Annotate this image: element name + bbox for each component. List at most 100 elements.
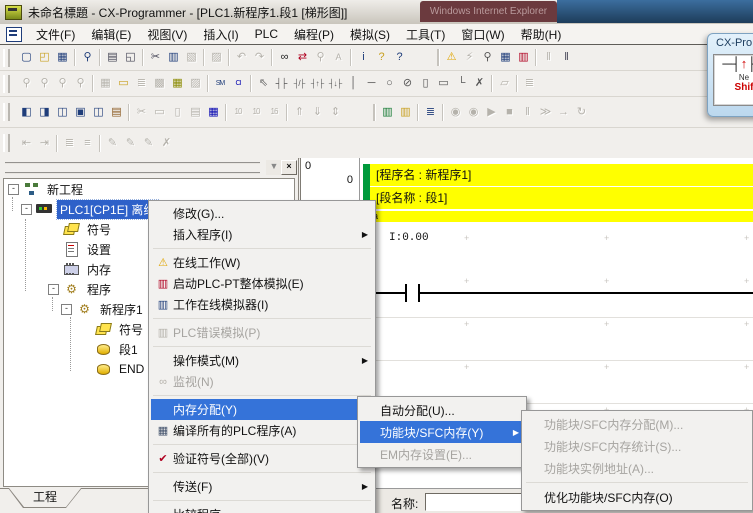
info-icon[interactable]: i: [354, 49, 372, 66]
cut-icon[interactable]: ✂: [146, 49, 164, 66]
watch-window-icon[interactable]: ≣: [421, 104, 439, 121]
monitor-warning-icon[interactable]: ▥: [514, 49, 532, 66]
expand-minus-toggle[interactable]: -: [48, 284, 59, 295]
fb-instance-icon[interactable]: ▯: [168, 104, 186, 121]
signed-decimal-icon[interactable]: 10: [247, 104, 265, 121]
menu-item-在线工作(W)[interactable]: ⚠在线工作(W): [151, 252, 373, 273]
menubar-item-帮助(H)[interactable]: 帮助(H): [513, 24, 570, 45]
menu-item-内存分配(Y)[interactable]: 内存分配(Y)▶: [151, 399, 373, 420]
outdent-rung-icon[interactable]: ⇤: [17, 135, 35, 152]
transfer-to-plc-icon[interactable]: ⇑: [290, 104, 308, 121]
expand-minus-toggle[interactable]: -: [61, 304, 72, 315]
continuous-step-icon[interactable]: ↻: [572, 104, 590, 121]
mnemonic-view-icon[interactable]: SM: [211, 75, 229, 92]
menubar-item-模拟(S)[interactable]: 模拟(S): [342, 24, 398, 45]
properties-icon[interactable]: ▤: [107, 104, 125, 121]
contact-down-icon[interactable]: ┤↓├: [326, 75, 344, 92]
run-icon[interactable]: ▶: [482, 104, 500, 121]
force-off-icon[interactable]: ✎: [121, 135, 139, 152]
pause-monitor-icon[interactable]: ‖: [539, 49, 557, 66]
menubar-item-编程(P)[interactable]: 编程(P): [286, 24, 342, 45]
menu-item-自动分配(U)...[interactable]: 自动分配(U)...: [360, 399, 524, 421]
menu-item-编译所有的PLC程序(A)[interactable]: ▦编译所有的PLC程序(A): [151, 420, 373, 441]
force-cancel-icon[interactable]: ✎: [139, 135, 157, 152]
menu-item-功能块/SFC内存(Y)[interactable]: 功能块/SFC内存(Y)▶: [360, 421, 524, 443]
zoom-in-icon[interactable]: ⚲: [35, 75, 53, 92]
cross-reference-icon[interactable]: ▩: [150, 75, 168, 92]
save-icon[interactable]: ▦: [53, 49, 71, 66]
tree-item-新工程[interactable]: -新工程: [4, 179, 294, 199]
go-to-next-rung-icon[interactable]: ≡: [78, 135, 96, 152]
transfer-from-plc-icon[interactable]: ⇓: [308, 104, 326, 121]
find-icon[interactable]: ∞: [275, 49, 293, 66]
fb-invoke-icon[interactable]: ▭: [434, 75, 452, 92]
workspace-menu-button[interactable]: ▼: [266, 160, 282, 175]
cx-pro-float-window[interactable]: CX-Pro ─┤↑├─ Ne Shif: [707, 33, 753, 117]
open-file-icon[interactable]: ◰: [35, 49, 53, 66]
menu-item-EM内存设置(E)...[interactable]: EM内存设置(E)...: [360, 443, 524, 465]
fb-protect-icon[interactable]: ▤: [186, 104, 204, 121]
vertical-line-icon[interactable]: │: [344, 75, 362, 92]
indent-rung-icon[interactable]: ⇥: [35, 135, 53, 152]
menubar-item-编辑(E)[interactable]: 编辑(E): [83, 24, 139, 45]
pause-on-icon[interactable]: ◉: [446, 104, 464, 121]
online-simulation-icon[interactable]: ▥: [396, 104, 414, 121]
paste-special-icon[interactable]: ▨: [207, 49, 225, 66]
contact-symbol[interactable]: [418, 284, 420, 302]
menu-item-工作在线模拟器(I)[interactable]: ▥工作在线模拟器(I): [151, 294, 373, 315]
window-sfc-icon[interactable]: ◫: [53, 104, 71, 121]
menu-item-修改(G)...[interactable]: 修改(G)...: [151, 203, 373, 224]
zoom-out-icon[interactable]: ⚲: [71, 75, 89, 92]
coil-closed-icon[interactable]: ⊘: [398, 75, 416, 92]
help-icon[interactable]: ?: [372, 49, 390, 66]
menu-item-功能块实例地址(A)...[interactable]: 功能块实例地址(A)...: [524, 457, 750, 479]
menu-item-传送(F)[interactable]: 传送(F)▶: [151, 476, 373, 497]
menu-item-监视(N)[interactable]: ∞监视(N): [151, 371, 373, 392]
overview-icon[interactable]: ≣: [132, 75, 150, 92]
hex-icon[interactable]: 16: [265, 104, 283, 121]
menu-item-启动PLC-PT整体模拟(E)[interactable]: ▥启动PLC-PT整体模拟(E): [151, 273, 373, 294]
tab-project[interactable]: 工程: [8, 488, 82, 508]
workspace-grip-handle[interactable]: [5, 162, 260, 174]
io-comment-icon[interactable]: ▦: [168, 75, 186, 92]
grid-icon[interactable]: ▦: [96, 75, 114, 92]
zoom-fit-icon[interactable]: ⚲: [53, 75, 71, 92]
vertical-delete-icon[interactable]: └: [452, 75, 470, 92]
transfer-warning-icon[interactable]: ▦: [496, 49, 514, 66]
step-run-icon[interactable]: ≫: [536, 104, 554, 121]
find-address-icon[interactable]: A: [329, 49, 347, 66]
select-mode-icon[interactable]: ⇖: [254, 75, 272, 92]
background-window[interactable]: [557, 0, 753, 23]
new-file-icon[interactable]: ▢: [17, 49, 35, 66]
pause-sim-icon[interactable]: ‖: [518, 104, 536, 121]
contact-up-icon[interactable]: ┤↑├: [308, 75, 326, 92]
background-ie-window[interactable]: Windows Internet Explorer: [420, 1, 557, 22]
expand-minus-toggle[interactable]: -: [8, 184, 19, 195]
plc-instruction-icon[interactable]: ▯: [416, 75, 434, 92]
stop-icon[interactable]: ■: [500, 104, 518, 121]
workspace-close-button[interactable]: ×: [281, 160, 297, 175]
menu-item-功能块/SFC内存统计(S)...[interactable]: 功能块/SFC内存统计(S)...: [524, 435, 750, 457]
fb-split-icon[interactable]: ✂: [132, 104, 150, 121]
monitor-find-icon[interactable]: ⚲: [478, 49, 496, 66]
find-symbol-icon[interactable]: ⚲: [311, 49, 329, 66]
print-preview-icon[interactable]: ◱: [121, 49, 139, 66]
print-area-icon[interactable]: ⚲: [78, 49, 96, 66]
find-replace-icon[interactable]: ⇄: [293, 49, 311, 66]
contact-nc-icon[interactable]: ┤/├: [290, 75, 308, 92]
work-online-simulator-icon[interactable]: ▥: [378, 104, 396, 121]
window-watch-icon[interactable]: ▣: [71, 104, 89, 121]
binary-monitor-icon[interactable]: ▦: [204, 104, 222, 121]
menubar-item-PLC[interactable]: PLC: [247, 25, 286, 43]
step-in-icon[interactable]: →: [554, 104, 572, 121]
menubar-item-窗口(W)[interactable]: 窗口(W): [453, 24, 512, 45]
compare-with-plc-icon[interactable]: ⇕: [326, 104, 344, 121]
ci-view-icon[interactable]: CI: [229, 75, 247, 92]
fb-definition-icon[interactable]: ▭: [150, 104, 168, 121]
menubar-item-插入(I)[interactable]: 插入(I): [195, 24, 246, 45]
rung-comment-icon[interactable]: ▭: [114, 75, 132, 92]
force-on-icon[interactable]: ✎: [103, 135, 121, 152]
program-view-icon[interactable]: ▱: [495, 75, 513, 92]
window-mnemonic-icon[interactable]: ◨: [35, 104, 53, 121]
window-diagram-icon[interactable]: ◧: [17, 104, 35, 121]
